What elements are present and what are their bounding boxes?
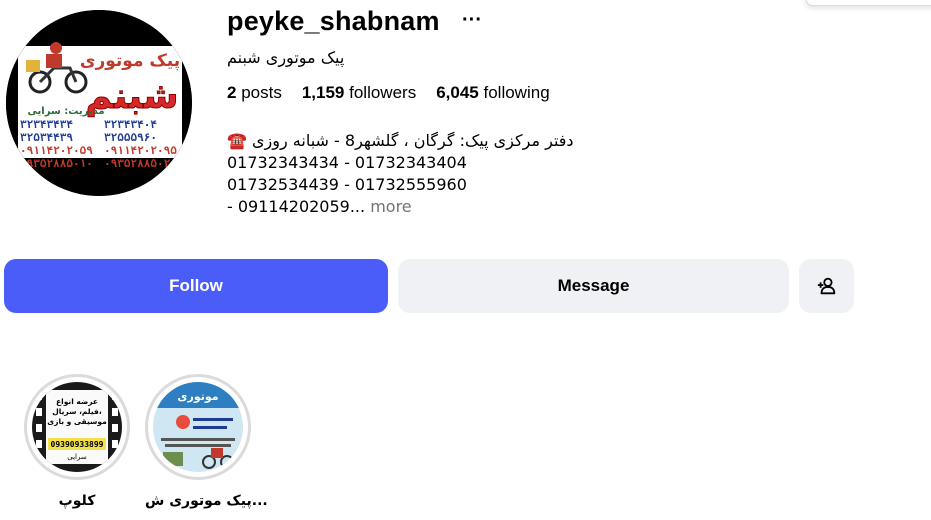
avatar-phone: ۰۹۱۱۴۲۰۲۰۵۹: [20, 144, 93, 157]
add-user-button[interactable]: [799, 259, 854, 313]
thumb-text: 09390933899: [51, 440, 104, 449]
followers-label: followers: [349, 83, 417, 102]
thumb-text: عرضه انواع: [56, 397, 98, 406]
bio-line: 01732534439 - 01732555960: [227, 175, 467, 194]
profile-stats: 2 posts 1,159 followers 6,045 following: [227, 82, 550, 104]
avatar-phone: ۳۲۳۴۳۴۳۴: [20, 118, 73, 131]
avatar-phone: ۳۲۵۳۴۴۳۹: [20, 131, 73, 144]
profile-bio: ☎️ دفتر مرکزی پیک: گرگان ، گلشهر8 - شبان…: [227, 130, 647, 218]
highlight-ring: موتوری: [145, 374, 251, 480]
following-label: following: [483, 83, 550, 102]
profile-full-name: پیک موتوری شبنم: [227, 48, 345, 67]
following-stat[interactable]: 6,045 following: [436, 82, 549, 104]
highlight-item[interactable]: عرضه انواع فیلم، سریال، موسیقی و بازی 09…: [24, 374, 130, 510]
courier-poster-image: موتوری: [153, 382, 243, 472]
bio-line: 01732343434 - 01732343404: [227, 153, 467, 172]
highlight-label: پیک موتوری ش...: [145, 493, 268, 509]
follow-button[interactable]: Follow: [4, 259, 388, 313]
highlight-ring: عرضه انواع فیلم، سریال، موسیقی و بازی 09…: [24, 374, 130, 480]
dropdown-edge: [806, 0, 931, 6]
message-button[interactable]: Message: [398, 259, 789, 313]
avatar-phone: ۳۲۳۴۳۴۰۴: [104, 118, 157, 131]
highlight-thumbnail: عرضه انواع فیلم، سریال، موسیقی و بازی 09…: [32, 382, 122, 472]
highlight-thumbnail: موتوری: [153, 382, 243, 472]
avatar-phone: ۰۹۳۵۲۸۸۵۰۲۰: [104, 157, 177, 170]
avatar-title-top: پیک موتوری: [80, 51, 180, 71]
thumb-text: موسیقی و بازی: [47, 417, 107, 426]
avatar-phone: ۰۹۳۵۲۸۸۵۰۱۰: [20, 157, 93, 170]
thumb-text: سرایی: [67, 453, 87, 461]
avatar-image: پیک موتوری شبنم مدیریت: سرایی ۳۲۳۴۳۴۳۴ ۳…: [6, 10, 192, 196]
posts-label: posts: [241, 83, 282, 102]
posts-count: 2: [227, 83, 237, 102]
avatar-phone: ۰۹۱۱۴۲۰۲۰۹۵: [104, 144, 177, 157]
bio-line: - 09114202059... more: [227, 196, 647, 218]
profile-avatar[interactable]: پیک موتوری شبنم مدیریت: سرایی ۳۲۳۴۳۴۳۴ ۳…: [6, 10, 192, 196]
followers-count: 1,159: [301, 83, 345, 102]
avatar-phone: ۳۲۵۵۵۹۶۰: [104, 131, 157, 144]
thumb-text: موتوری: [177, 390, 218, 403]
bio-line-text: - 09114202059...: [227, 197, 366, 216]
followers-stat[interactable]: 1,159 followers: [302, 82, 416, 104]
posts-stat[interactable]: 2 posts: [227, 82, 282, 104]
thumb-text: فیلم، سریال،: [52, 407, 102, 416]
film-strip-image: عرضه انواع فیلم، سریال، موسیقی و بازی 09…: [32, 382, 122, 472]
ellipsis-icon[interactable]: ···: [462, 8, 482, 32]
avatar-manager: مدیریت: سرایی: [27, 106, 104, 117]
following-count: 6,045: [436, 83, 479, 102]
profile-username: peyke_shabnam: [227, 6, 440, 36]
bio-more-link[interactable]: more: [370, 197, 411, 216]
highlight-label: کلوپ: [58, 493, 96, 509]
add-user-icon: [817, 277, 835, 295]
bio-line: ☎️ دفتر مرکزی پیک: گرگان ، گلشهر8 - شبان…: [227, 131, 574, 150]
highlight-item[interactable]: موتوری پیک موتوری ش...: [145, 374, 268, 510]
